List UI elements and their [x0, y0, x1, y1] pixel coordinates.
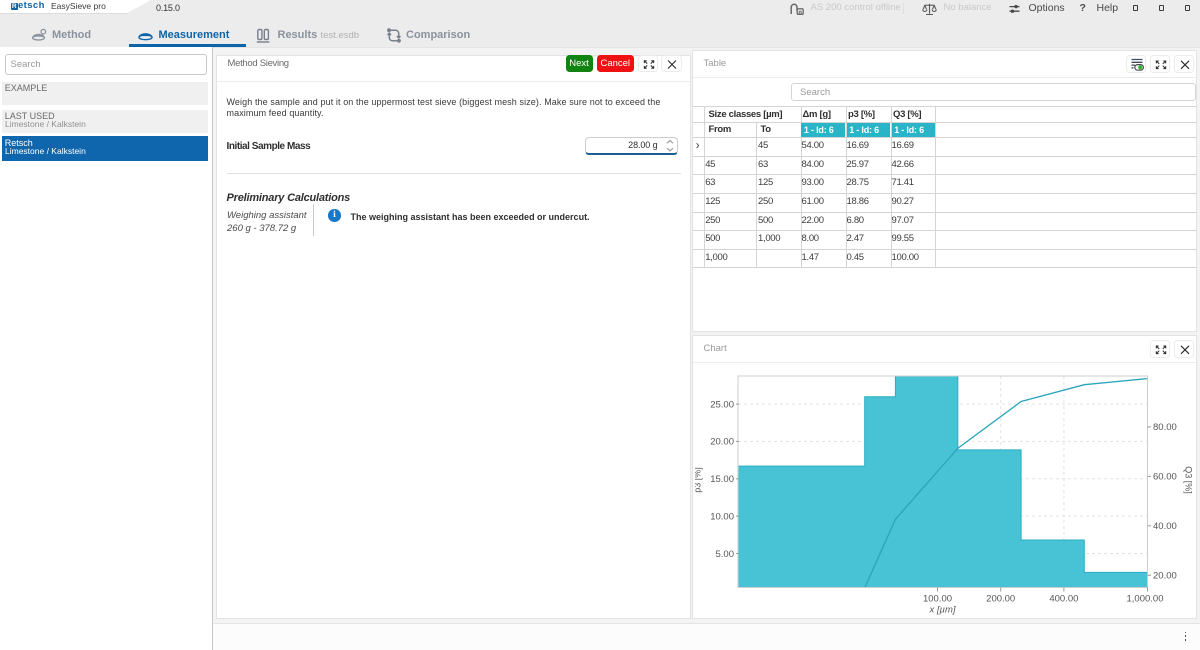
svg-text:80.00: 80.00 — [1153, 422, 1177, 433]
svg-text:x [µm]: x [µm] — [928, 605, 955, 616]
svg-text:Q3 [%]: Q3 [%] — [1184, 466, 1194, 494]
svg-text:40.00: 40.00 — [1153, 521, 1177, 532]
svg-text:25.00: 25.00 — [710, 399, 734, 410]
svg-text:1,000.00: 1,000.00 — [1127, 594, 1164, 605]
svg-text:20.00: 20.00 — [1153, 571, 1177, 582]
svg-text:200.00: 200.00 — [986, 594, 1015, 605]
svg-text:400.00: 400.00 — [1049, 594, 1078, 605]
svg-text:p3 [%]: p3 [%] — [695, 467, 703, 493]
svg-text:15.00: 15.00 — [710, 474, 734, 485]
svg-text:20.00: 20.00 — [710, 437, 734, 448]
svg-text:60.00: 60.00 — [1153, 472, 1177, 483]
svg-text:10.00: 10.00 — [710, 511, 734, 522]
svg-text:5.00: 5.00 — [716, 549, 735, 560]
svg-text:100.00: 100.00 — [923, 594, 952, 605]
